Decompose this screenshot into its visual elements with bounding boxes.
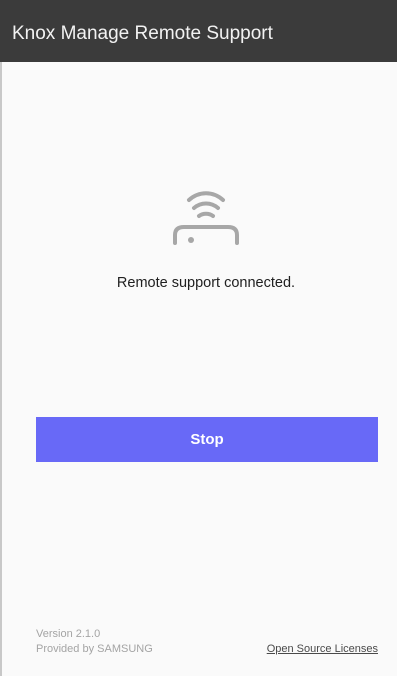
app-screen: Knox Manage Remote Support Remote suppor… xyxy=(0,0,397,676)
app-bar: Knox Manage Remote Support xyxy=(0,0,397,62)
screen-edge xyxy=(0,0,2,676)
app-title: Knox Manage Remote Support xyxy=(12,23,273,44)
provider-text: Provided by SAMSUNG xyxy=(36,643,153,655)
remote-connection-icon xyxy=(173,191,239,245)
open-source-licenses-link[interactable]: Open Source Licenses xyxy=(258,642,378,656)
connection-status-text: Remote support connected. xyxy=(116,275,296,291)
version-text: Version 2.1.0 xyxy=(36,628,101,640)
stop-button[interactable]: Stop xyxy=(36,417,378,462)
